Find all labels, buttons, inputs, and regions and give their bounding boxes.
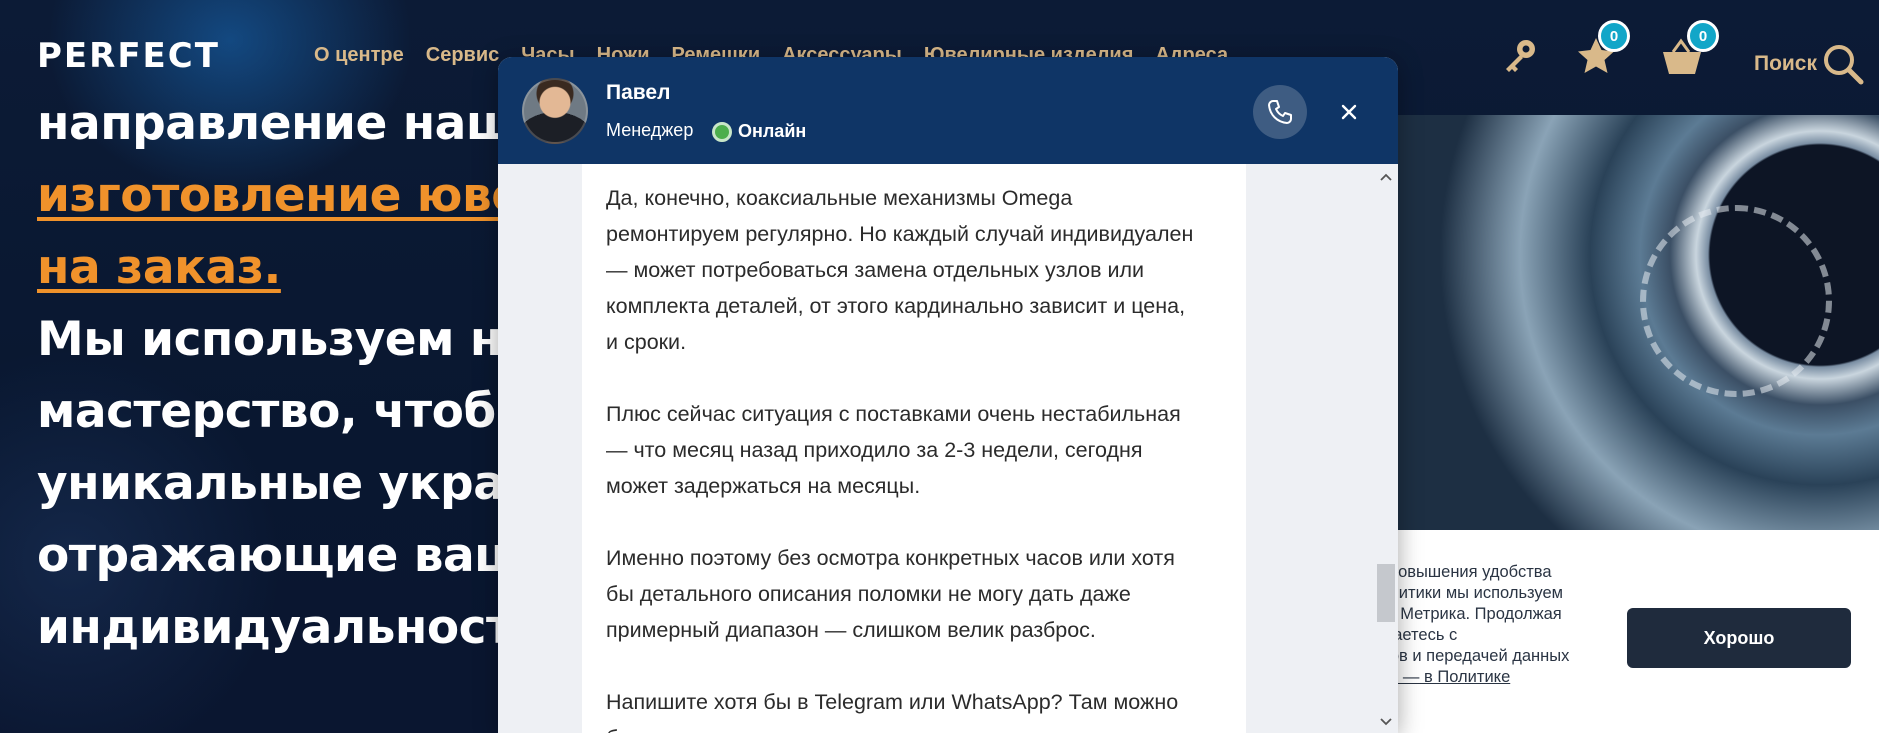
site-logo[interactable]: PERFECT [37,36,220,76]
key-icon[interactable] [1499,36,1539,76]
scroll-thumb[interactable] [1377,564,1395,622]
favorites-button[interactable]: 0 [1574,20,1630,78]
close-chat-button[interactable] [1334,97,1364,127]
chevron-up-icon[interactable] [1377,168,1395,186]
agent-role: Менеджер [606,120,694,140]
search-icon[interactable] [1821,42,1865,86]
chat-messages[interactable]: Да, конечно, коаксиальные механизмы Omeg… [498,164,1398,733]
message-bubble: Да, конечно, коаксиальные механизмы Omeg… [582,164,1246,733]
cookie-banner: , повышения удобства алитики мы используе… [1380,530,1879,733]
chat-header: Павел Менеджер Онлайн [498,57,1398,164]
message-line: ремонтируем регулярно. Но каждый случай … [606,222,1194,246]
chevron-down-icon[interactable] [1377,713,1395,731]
cookie-text-line: кс Метрика. Продолжая [1380,605,1562,623]
close-icon [1341,104,1357,120]
message-line: может задержаться на месяцы. [606,474,921,498]
message-line: — что месяц назад приходило за 2-3 недел… [606,438,1143,462]
phone-icon [1268,100,1292,124]
agent-name: Павел [606,81,671,104]
search-label[interactable]: Поиск [1754,52,1817,76]
message-line: бы детального описания поломки не могу д… [606,582,1131,606]
message-line: — может потребоваться замена отдельных у… [606,258,1145,282]
cookie-text-line: , повышения удобства [1380,563,1552,581]
cookie-policy-line: ее — в Политике [1380,667,1625,688]
favorites-count-badge: 0 [1598,20,1630,52]
agent-avatar [522,78,588,144]
message-line: Именно поэтому без осмотра конкретных ча… [606,546,1175,570]
nav-link[interactable]: Сервис [426,44,500,67]
cookie-text-line: алитики мы используем [1380,584,1564,602]
header-icons: 0 0 Поиск [1499,20,1879,100]
message-paragraph: Плюс сейчас ситуация с поставками очень … [606,396,1222,504]
chat-widget: Павел Менеджер Онлайн Да, конечно, коакс… [498,57,1398,733]
cart-button[interactable]: 0 [1659,20,1719,78]
message-line: Да, конечно, коаксиальные механизмы Omeg… [606,186,1073,210]
chat-scrollbar[interactable] [1374,164,1398,733]
cookie-text-line: лов и передачей данных [1380,647,1570,665]
message-paragraph: Именно поэтому без осмотра конкретных ча… [606,540,1222,648]
cookie-text: , повышения удобства алитики мы используе… [1380,562,1625,688]
nav-link[interactable]: О центре [314,44,404,67]
cookie-accept-button[interactable]: Хорошо [1627,608,1851,668]
message-line: и сроки. [606,330,687,354]
message-paragraph: Да, конечно, коаксиальные механизмы Omeg… [606,180,1222,360]
message-line: примерный диапазон — слишком велик разбр… [606,618,1096,642]
cookie-text-line: шаетесь с [1380,626,1458,644]
online-status-icon [712,122,732,142]
message-line: быстрее получить предварительную оценку … [606,720,1222,733]
message-line: Плюс сейчас ситуация с поставками очень … [606,402,1181,426]
cart-count-badge: 0 [1687,20,1719,52]
watch-hero-image [1390,115,1879,530]
agent-status: Онлайн [738,121,807,141]
message-line: комплекта деталей, от этого кардинально … [606,294,1186,318]
message-line: Напишите хотя бы в Telegram или WhatsApp… [606,690,1179,714]
call-button[interactable] [1253,85,1307,139]
message-paragraph: Напишите хотя бы в Telegram или WhatsApp… [606,684,1222,733]
cookie-policy-link[interactable]: ее — в Политике [1380,668,1510,686]
